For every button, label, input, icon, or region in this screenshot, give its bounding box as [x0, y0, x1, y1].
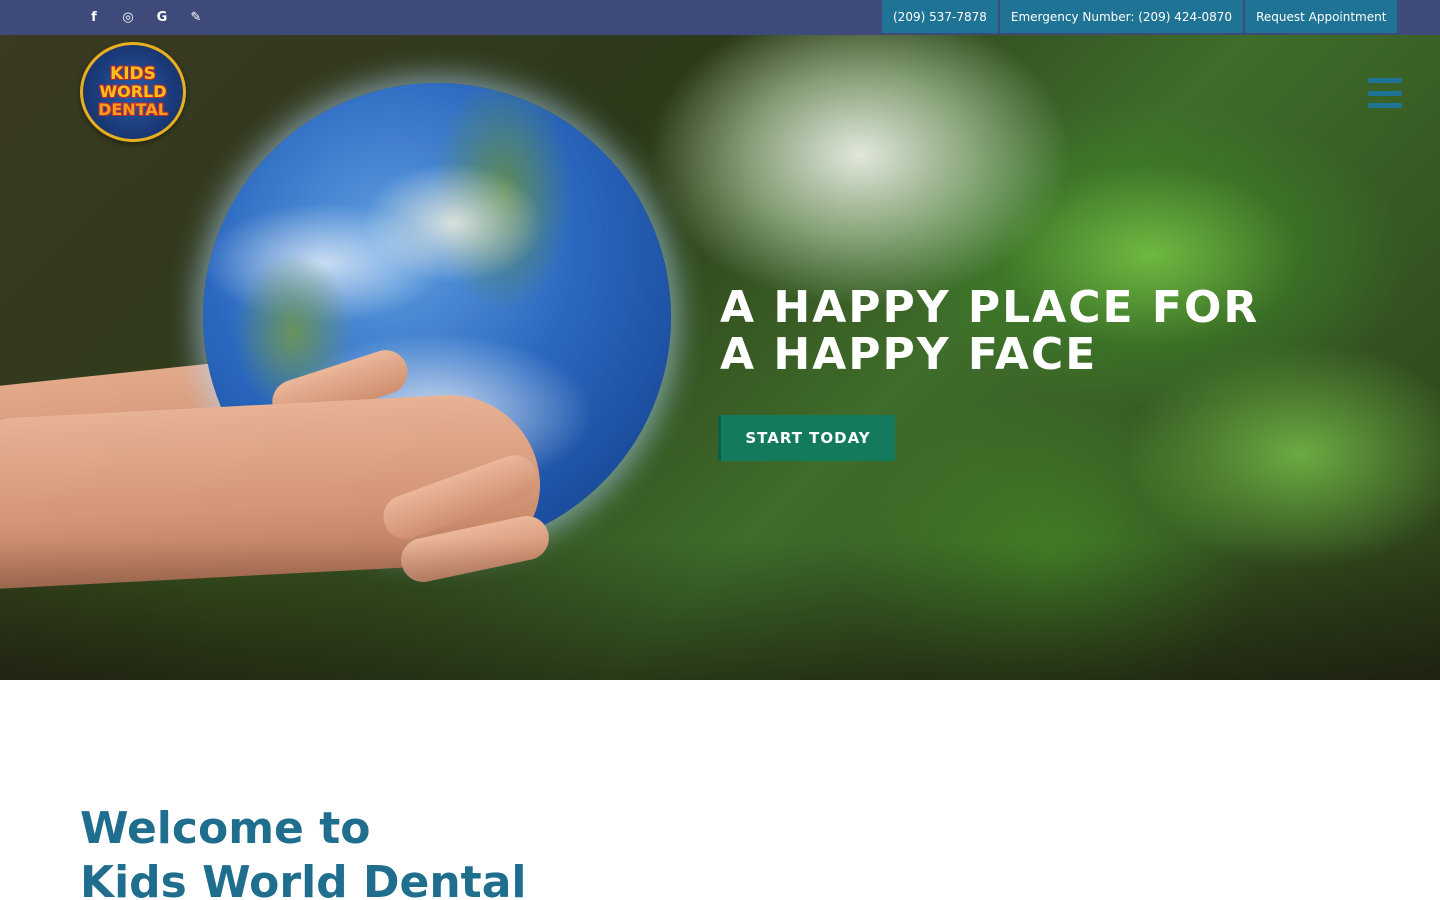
logo-text-world: WORLD — [99, 82, 167, 101]
menu-bar — [1368, 78, 1402, 83]
welcome-line-2: Kids World Dental — [80, 857, 527, 900]
social-links: f ◎ G ✎ — [84, 0, 206, 35]
start-today-button[interactable]: START TODAY — [718, 415, 895, 461]
hero-title: A Happy Place For A Happy Face — [720, 284, 1360, 378]
hero-title-line-2: A Happy Face — [720, 329, 1098, 380]
utility-links: (209) 537-7878 Emergency Number: (209) 4… — [882, 0, 1398, 35]
welcome-heading: Welcome to Kids World Dental — [80, 802, 980, 900]
request-appointment-link[interactable]: Request Appointment — [1245, 0, 1398, 33]
hamburger-menu-icon[interactable] — [1368, 78, 1402, 108]
emergency-number-link[interactable]: Emergency Number: (209) 424-0870 — [999, 0, 1244, 33]
logo-text-dental: DENTAL — [98, 100, 168, 119]
instagram-icon[interactable]: ◎ — [118, 8, 138, 28]
top-bar: f ◎ G ✎ (209) 537-7878 Emergency Number:… — [0, 0, 1440, 35]
phone-link[interactable]: (209) 537-7878 — [882, 0, 998, 33]
logo-text-kids: KIDS — [110, 64, 156, 84]
menu-bar — [1368, 90, 1402, 96]
blog-icon[interactable]: ✎ — [186, 8, 206, 28]
hero-title-line-1: A Happy Place For — [720, 282, 1260, 333]
welcome-line-1: Welcome to — [80, 803, 371, 854]
google-icon[interactable]: G — [152, 8, 172, 28]
facebook-icon[interactable]: f — [84, 8, 104, 28]
menu-bar — [1368, 103, 1402, 108]
kids-world-dental-logo[interactable]: KIDS WORLD DENTAL — [80, 42, 186, 142]
